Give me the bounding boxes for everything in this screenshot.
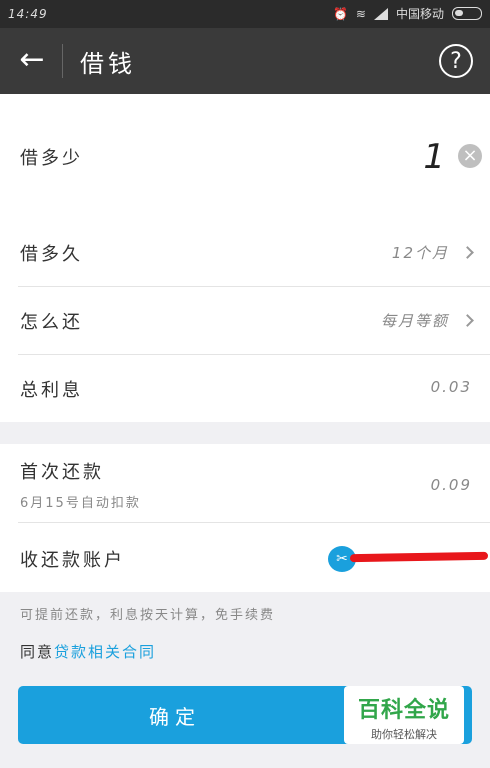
help-icon[interactable]: ? <box>439 44 473 78</box>
repay-method-value-wrap: 每月等额 <box>380 310 474 331</box>
alarm-icon: ⏰ <box>332 6 348 21</box>
watermark-logo: 百科全说 助你轻松解决 <box>344 686 464 744</box>
status-time: 14:49 <box>8 7 48 21</box>
repayment-note: 可提前还款，利息按天计算，免手续费 <box>20 608 276 623</box>
repay-method-value: 每月等额 <box>380 312 449 330</box>
term-value-wrap: 12个月 <box>391 242 474 263</box>
chevron-right-icon <box>461 246 474 259</box>
carrier-name: 中国移动 <box>395 7 444 21</box>
term-value: 12个月 <box>391 244 449 262</box>
app-bar: ← 借钱 ? <box>0 28 490 94</box>
divider <box>18 286 490 287</box>
term-label: 借多久 <box>20 244 83 265</box>
status-icons: ⏰ ≋ 中国移动 <box>333 5 482 22</box>
page-title: 借钱 <box>80 50 136 78</box>
first-repayment-label: 首次还款 <box>20 462 104 483</box>
wifi-icon: ≋ <box>355 6 366 21</box>
divider <box>18 522 490 523</box>
repay-method-label: 怎么还 <box>20 312 83 333</box>
interest-label: 总利息 <box>20 380 83 401</box>
clear-icon[interactable]: × <box>458 144 482 168</box>
agree-prefix: 同意 <box>20 643 55 661</box>
status-bar: 14:49 ⏰ ≋ 中国移动 <box>0 0 490 28</box>
amount-row[interactable]: 借多少 <box>0 144 490 174</box>
repay-method-row[interactable]: 怎么还 每月等额 <box>0 306 490 336</box>
first-repayment-value: 0.09 <box>430 476 472 494</box>
back-arrow-icon[interactable]: ← <box>14 42 50 78</box>
contract-link[interactable]: 贷款相关合同 <box>54 643 156 661</box>
term-row[interactable]: 借多久 12个月 <box>0 238 490 268</box>
amount-label: 借多少 <box>20 148 83 169</box>
divider <box>18 354 490 355</box>
first-repayment-row: 首次还款 6月15号自动扣款 0.09 <box>0 458 490 518</box>
agreement-line: 同意贷款相关合同 <box>20 641 156 662</box>
watermark-title: 百科全说 <box>357 698 450 723</box>
watermark-subtitle: 助你轻松解决 <box>371 728 437 741</box>
signal-icon <box>373 7 388 20</box>
first-repayment-date: 6月15号自动扣款 <box>20 496 141 511</box>
appbar-divider <box>62 44 63 78</box>
interest-row: 总利息 0.03 <box>0 374 490 404</box>
chevron-right-icon <box>461 314 474 327</box>
interest-value: 0.03 <box>430 378 472 396</box>
battery-icon <box>452 7 482 20</box>
amount-input[interactable]: 1 <box>423 137 445 177</box>
account-label: 收还款账户 <box>20 550 125 571</box>
confirm-label: 确定 <box>149 704 201 729</box>
